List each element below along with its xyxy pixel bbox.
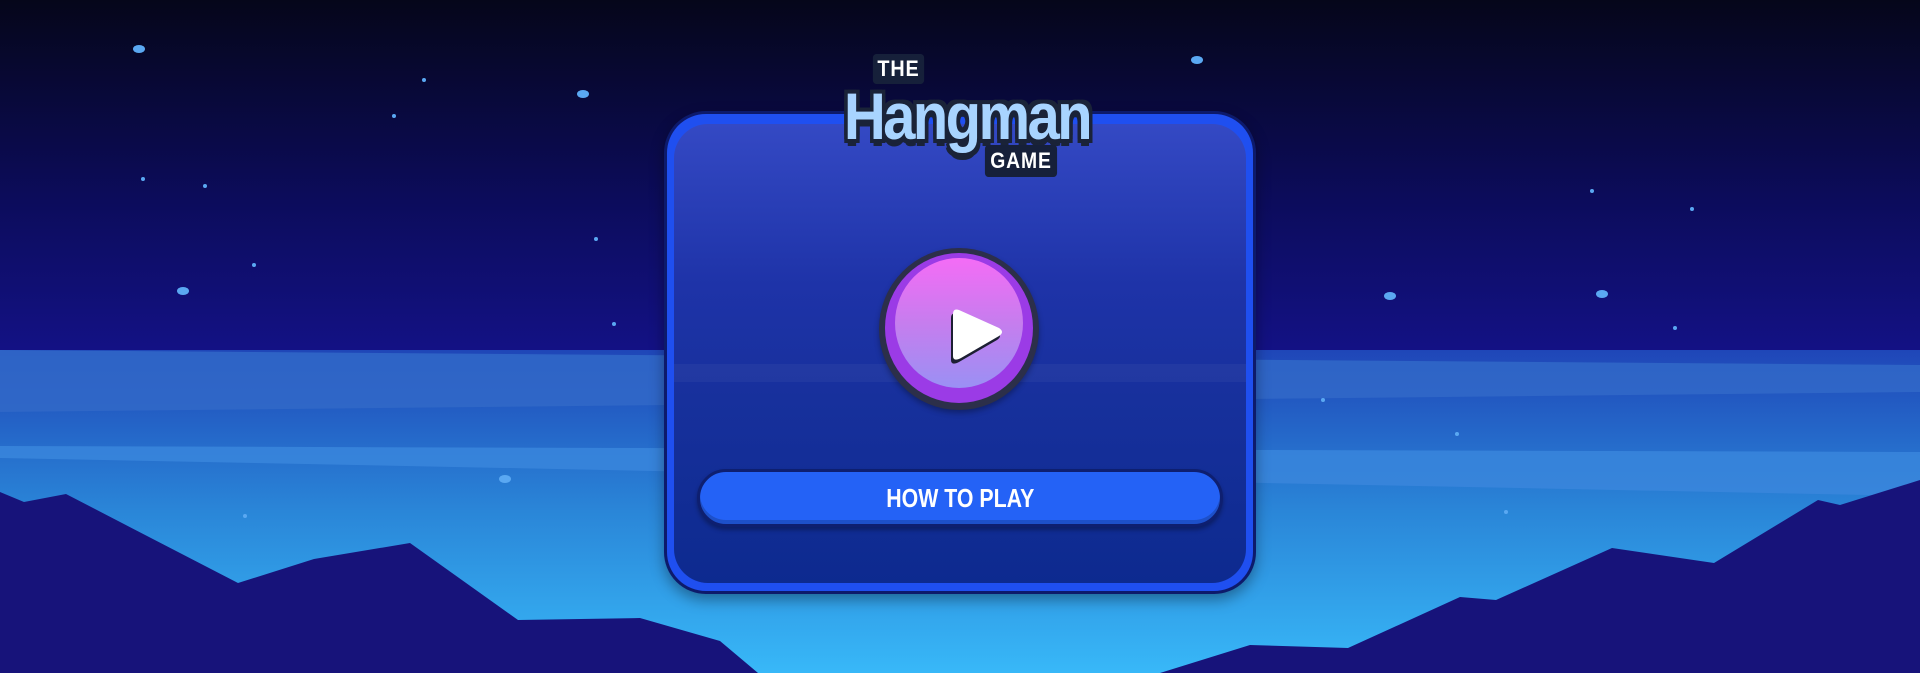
play-icon <box>951 309 1002 364</box>
star <box>252 263 256 267</box>
star <box>392 114 396 118</box>
star <box>1673 326 1677 330</box>
star <box>1321 398 1325 402</box>
star <box>1590 189 1594 193</box>
star <box>177 287 189 295</box>
star <box>612 322 616 326</box>
hangman-logo: THE Hangman GAME <box>828 50 1093 184</box>
logo-game-text: GAME <box>984 145 1058 177</box>
star <box>243 514 247 518</box>
play-button-ring <box>885 253 1033 403</box>
game-screen: THE Hangman GAME HOW TO PLAY <box>0 0 1920 673</box>
logo-title-text: Hangman <box>843 79 1093 153</box>
star <box>577 90 589 98</box>
star <box>1690 207 1694 211</box>
star <box>1384 292 1396 300</box>
star <box>1596 290 1608 298</box>
star <box>203 184 207 188</box>
how-to-play-button[interactable]: HOW TO PLAY <box>697 469 1223 527</box>
star <box>422 78 426 82</box>
star <box>1191 56 1203 64</box>
star <box>594 237 598 241</box>
star <box>499 475 511 483</box>
play-button-face <box>895 258 1023 388</box>
star <box>1504 510 1508 514</box>
how-to-play-label: HOW TO PLAY <box>885 483 1035 513</box>
star <box>133 45 145 53</box>
star <box>1455 432 1459 436</box>
play-button[interactable] <box>879 248 1039 410</box>
star <box>141 177 145 181</box>
